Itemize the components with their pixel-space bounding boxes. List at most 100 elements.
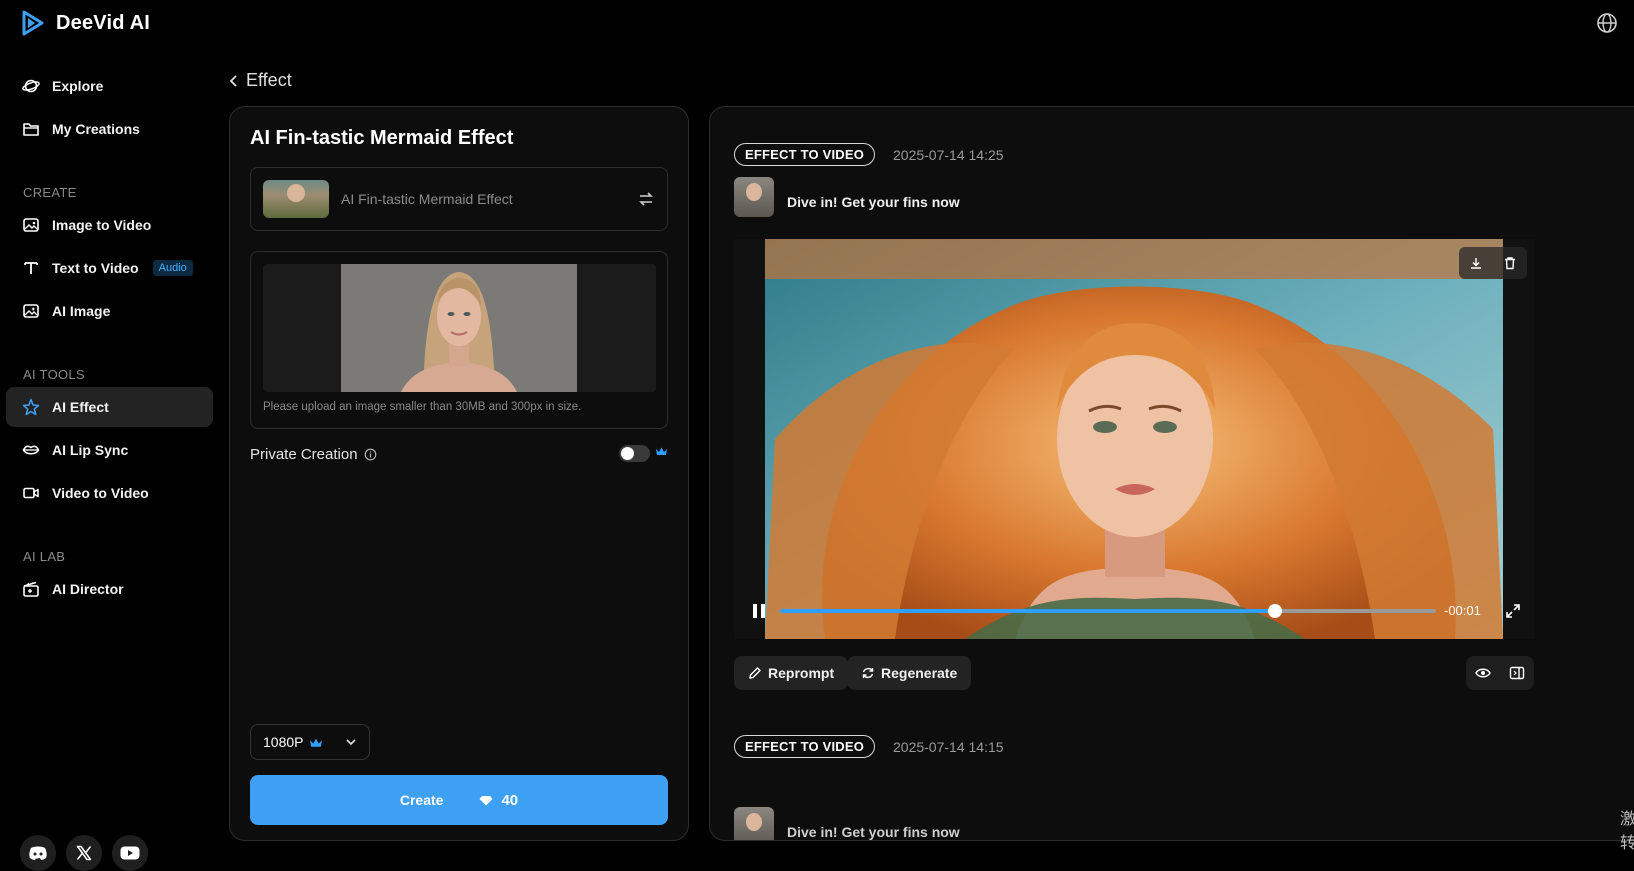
create-button-label: Create (399, 792, 444, 808)
result-prompt: Dive in! Get your fins now (787, 824, 960, 840)
sidebar-item-label: AI Effect (52, 399, 109, 415)
progress-knob[interactable] (1267, 604, 1282, 618)
youtube-link[interactable] (112, 835, 148, 871)
effect-picker[interactable]: AI Fin-tastic Mermaid Effect (250, 167, 668, 231)
result-type-tag: EFFECT TO VIDEO (734, 735, 876, 758)
sidebar-item-explore[interactable]: Explore (6, 66, 213, 106)
regenerate-label: Regenerate (881, 665, 958, 681)
sidebar-item-text-to-video[interactable]: Text to Video Audio (6, 248, 213, 288)
private-creation-label: Private Creation (250, 445, 358, 463)
result-type-tag: EFFECT TO VIDEO (734, 143, 876, 166)
credit-cost: 40 (479, 792, 518, 809)
logo[interactable]: DeeVid AI (20, 8, 150, 38)
x-link[interactable] (66, 835, 102, 871)
private-creation-toggle[interactable] (619, 445, 650, 462)
crown-icon (656, 447, 667, 455)
download-icon[interactable] (1469, 256, 1483, 270)
planet-icon (22, 79, 40, 93)
sidebar-item-video-to-video[interactable]: Video to Video (6, 473, 213, 513)
text-icon (24, 262, 38, 274)
private-creation-row: Private Creation (250, 443, 668, 465)
result-source-thumbnail[interactable] (734, 177, 774, 217)
lips-icon (22, 445, 40, 455)
image-icon (23, 218, 39, 232)
resolution-select[interactable]: 1080P (250, 724, 370, 760)
audio-badge: Audio (152, 260, 193, 276)
sidebar-item-label: Text to Video (52, 260, 139, 276)
result-source-thumbnail[interactable] (734, 807, 774, 840)
video-player[interactable]: -00:01 (734, 239, 1534, 639)
trash-icon[interactable] (1503, 256, 1517, 270)
deevid-logo-icon (22, 10, 44, 36)
language-globe-icon[interactable] (1596, 12, 1618, 34)
page-title: AI Fin-tastic Mermaid Effect (250, 127, 514, 149)
effect-name: AI Fin-tastic Mermaid Effect (341, 191, 513, 207)
sidebar-item-ai-image[interactable]: AI Image (6, 291, 213, 331)
video-frame (765, 239, 1503, 639)
sidebar-item-label: Explore (52, 78, 104, 94)
sidebar-item-ai-effect[interactable]: AI Effect (6, 387, 213, 427)
app-name: DeeVid AI (56, 11, 151, 34)
pencil-icon (749, 667, 761, 679)
sidebar-item-label: AI Image (52, 303, 111, 319)
panel-toggle-icon[interactable] (1509, 666, 1525, 680)
ai-image-icon (23, 304, 39, 318)
sidebar-item-my-creations[interactable]: My Creations (6, 109, 213, 149)
progress-bar[interactable] (780, 604, 1436, 618)
regenerate-button[interactable]: Regenerate (847, 656, 972, 690)
sparkle-icon (22, 398, 40, 416)
director-icon (23, 581, 39, 597)
pause-icon[interactable] (750, 602, 768, 620)
effect-thumbnail (263, 180, 329, 218)
folder-icon (23, 123, 39, 136)
video-tools (1459, 247, 1527, 279)
diamond-icon (479, 795, 493, 805)
result-timestamp: 2025-07-14 14:15 (893, 739, 1004, 755)
chevron-down-icon (346, 739, 356, 746)
video-controls: -00:01 (734, 595, 1534, 627)
discord-icon (29, 846, 47, 860)
video-icon (23, 487, 39, 499)
info-icon[interactable] (364, 448, 377, 461)
results-panel: EFFECT TO VIDEO 2025-07-14 14:25 Dive in… (709, 106, 1634, 841)
social-links (20, 835, 148, 871)
uploaded-image-preview (263, 264, 656, 392)
reprompt-label: Reprompt (768, 665, 835, 681)
upload-hint: Please upload an image smaller than 30MB… (263, 401, 582, 413)
x-icon (76, 845, 92, 861)
resolution-value: 1080P (263, 734, 304, 750)
sidebar-item-ai-director[interactable]: AI Director (6, 569, 213, 609)
image-upload-area[interactable]: Please upload an image smaller than 30MB… (250, 251, 668, 429)
sidebar-item-label: AI Director (52, 581, 124, 597)
progress-fill (780, 609, 1275, 613)
eye-icon[interactable] (1475, 666, 1491, 680)
uploaded-portrait-image (341, 264, 577, 392)
sidebar-item-image-to-video[interactable]: Image to Video (6, 205, 213, 245)
chevron-left-icon (229, 74, 237, 87)
sidebar-item-label: Video to Video (52, 485, 149, 501)
side-overlay-text: 激 转 (1620, 811, 1634, 852)
section-label-ai-tools: AI TOOLS (23, 367, 85, 382)
create-button[interactable]: Create 40 (250, 775, 668, 825)
time-remaining: -00:01 (1444, 603, 1481, 618)
sidebar-item-label: Image to Video (52, 217, 152, 233)
sidebar-item-label: My Creations (52, 121, 140, 137)
result-timestamp: 2025-07-14 14:25 (893, 147, 1004, 163)
crown-icon (310, 738, 323, 747)
section-label-ai-lab: AI LAB (23, 549, 66, 564)
fullscreen-icon[interactable] (1504, 602, 1522, 620)
effect-form-panel: AI Fin-tastic Mermaid Effect AI Fin-tast… (229, 106, 689, 841)
reprompt-button[interactable]: Reprompt (734, 656, 849, 690)
sidebar-item-label: AI Lip Sync (52, 442, 129, 458)
result-prompt: Dive in! Get your fins now (787, 194, 960, 210)
back-link-label: Effect (246, 70, 292, 90)
swap-icon[interactable] (637, 190, 655, 208)
sidebar-item-ai-lip-sync[interactable]: AI Lip Sync (6, 430, 213, 470)
refresh-icon (862, 667, 874, 679)
back-link[interactable]: Effect (228, 70, 292, 91)
youtube-icon (120, 846, 140, 860)
credit-cost-value: 40 (501, 791, 519, 809)
section-label-create: CREATE (23, 185, 77, 200)
result-extra-actions (1466, 656, 1534, 690)
discord-link[interactable] (20, 835, 56, 871)
